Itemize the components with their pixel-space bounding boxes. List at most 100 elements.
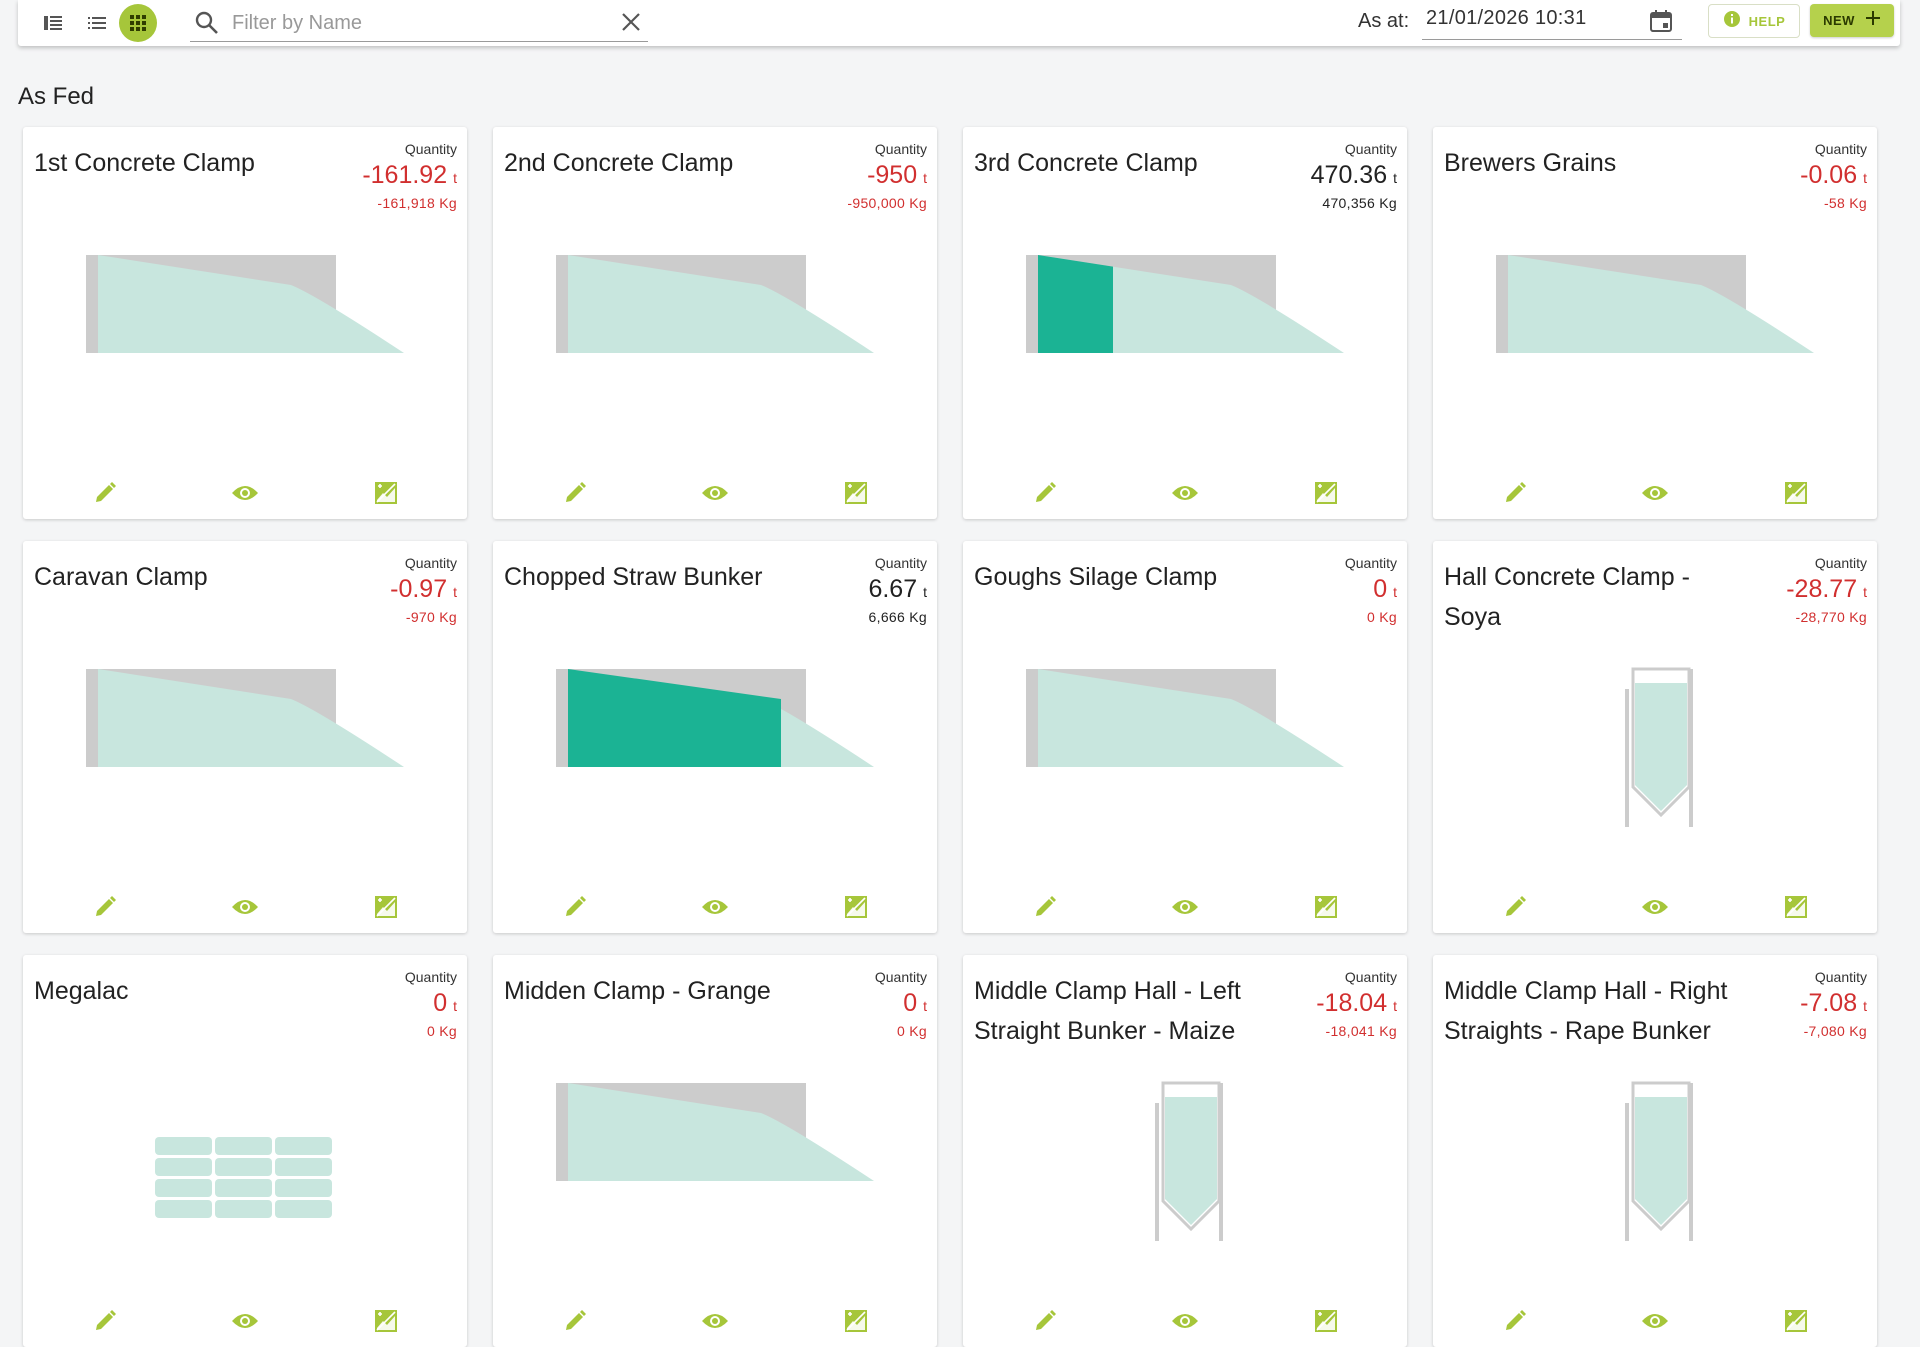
store-card[interactable]: Chopped Straw Bunker Quantity 6.67 t 6,666 K… xyxy=(493,541,937,933)
quantity-unit: t xyxy=(923,170,927,186)
grid-view-icon[interactable] xyxy=(119,4,157,42)
card-actions xyxy=(963,473,1407,513)
view-icon[interactable] xyxy=(225,887,265,927)
store-name: Hall Concrete Clamp - Soya xyxy=(1444,563,1690,631)
image-icon[interactable] xyxy=(1306,473,1346,513)
store-card[interactable]: Middle Clamp Hall - Left Straight Bunker… xyxy=(963,955,1407,1347)
clamp-fill-level xyxy=(1038,255,1113,353)
quantity-label: Quantity xyxy=(1344,969,1397,985)
image-icon[interactable] xyxy=(1306,887,1346,927)
quantity-value: -18.04 t xyxy=(1316,989,1397,1018)
quantity-tonnes: 0 xyxy=(1373,575,1388,603)
view-icon[interactable] xyxy=(695,1301,735,1341)
quantity-tonnes: 470.36 xyxy=(1310,161,1388,189)
image-icon[interactable] xyxy=(1306,1301,1346,1341)
quantity-unit: t xyxy=(1393,998,1397,1014)
store-name: 1st Concrete Clamp xyxy=(34,149,255,177)
image-icon[interactable] xyxy=(1776,887,1816,927)
edit-icon[interactable] xyxy=(1495,473,1535,513)
store-card[interactable]: Caravan Clamp Quantity -0.97 t -970 Kg xyxy=(23,541,467,933)
image-icon[interactable] xyxy=(1776,1301,1816,1341)
edit-icon[interactable] xyxy=(1025,473,1065,513)
quantity-tonnes: -28.77 xyxy=(1786,575,1858,603)
quantity-value: -161.92 t xyxy=(362,161,457,190)
card-actions xyxy=(23,473,467,513)
quantity-value: -0.97 t xyxy=(390,575,457,604)
edit-icon[interactable] xyxy=(555,1301,595,1341)
edit-icon[interactable] xyxy=(85,1301,125,1341)
help-label: HELP xyxy=(1748,13,1786,29)
store-card[interactable]: Middle Clamp Hall - Right Straights - Ra… xyxy=(1433,955,1877,1347)
quantity-tonnes: 0 xyxy=(433,989,448,1017)
image-icon[interactable] xyxy=(1776,473,1816,513)
quantity-tonnes: -161.92 xyxy=(362,161,448,189)
view-icon[interactable] xyxy=(1165,887,1205,927)
clear-search-icon[interactable] xyxy=(620,11,642,38)
store-name: Megalac xyxy=(34,977,129,1005)
edit-icon[interactable] xyxy=(1495,887,1535,927)
quantity-unit: t xyxy=(923,584,927,600)
card-actions xyxy=(493,1301,937,1341)
view-icon[interactable] xyxy=(1635,473,1675,513)
store-card[interactable]: Hall Concrete Clamp - Soya Quantity -28.77… xyxy=(1433,541,1877,933)
quantity-tonnes: -7.08 xyxy=(1800,989,1858,1017)
new-button[interactable]: NEW xyxy=(1810,4,1894,37)
calendar-icon[interactable] xyxy=(1648,8,1674,39)
card-actions xyxy=(493,887,937,927)
quantity-value: -7.08 t xyxy=(1800,989,1867,1018)
view-icon[interactable] xyxy=(1165,1301,1205,1341)
silo-visual xyxy=(1433,631,1877,861)
image-icon[interactable] xyxy=(836,1301,876,1341)
store-name: Middle Clamp Hall - Right Straights - Ra… xyxy=(1444,977,1728,1045)
search-field xyxy=(190,4,648,42)
view-icon[interactable] xyxy=(695,473,735,513)
edit-icon[interactable] xyxy=(85,473,125,513)
edit-icon[interactable] xyxy=(555,887,595,927)
quantity-unit: t xyxy=(1863,584,1867,600)
quantity-kg: 0 Kg xyxy=(897,1023,927,1039)
store-card[interactable]: Goughs Silage Clamp Quantity 0 t 0 Kg xyxy=(963,541,1407,933)
list-view-icon[interactable] xyxy=(78,4,116,42)
store-card[interactable]: Midden Clamp - Grange Quantity 0 t 0 Kg xyxy=(493,955,937,1347)
quantity-tonnes: -18.04 xyxy=(1316,989,1388,1017)
edit-icon[interactable] xyxy=(555,473,595,513)
clamp-visual xyxy=(493,631,937,861)
quantity-label: Quantity xyxy=(1814,555,1867,571)
card-actions xyxy=(963,1301,1407,1341)
silo-visual xyxy=(963,1045,1407,1275)
clamp-visual xyxy=(963,217,1407,447)
store-card[interactable]: Brewers Grains Quantity -0.06 t -58 Kg xyxy=(1433,127,1877,519)
edit-icon[interactable] xyxy=(1495,1301,1535,1341)
clamp-visual xyxy=(963,631,1407,861)
view-icon[interactable] xyxy=(225,1301,265,1341)
image-icon[interactable] xyxy=(366,473,406,513)
quantity-unit: t xyxy=(1863,170,1867,186)
image-icon[interactable] xyxy=(366,887,406,927)
image-icon[interactable] xyxy=(836,887,876,927)
edit-icon[interactable] xyxy=(85,887,125,927)
view-icon[interactable] xyxy=(1635,887,1675,927)
edit-icon[interactable] xyxy=(1025,887,1065,927)
bags-visual xyxy=(23,1045,467,1275)
view-icon[interactable] xyxy=(225,473,265,513)
as-at-date-value[interactable]: 21/01/2026 10:31 xyxy=(1426,7,1587,30)
view-icon[interactable] xyxy=(1635,1301,1675,1341)
quantity-label: Quantity xyxy=(1814,969,1867,985)
quantity-value: 470.36 t xyxy=(1311,161,1397,190)
as-at-date-field[interactable]: 21/01/2026 10:31 xyxy=(1422,3,1682,40)
quantity-kg: -950,000 Kg xyxy=(847,195,927,211)
search-input[interactable] xyxy=(230,8,584,38)
store-card[interactable]: 2nd Concrete Clamp Quantity -950 t -950,000 … xyxy=(493,127,937,519)
quantity-tonnes: -0.06 xyxy=(1800,161,1858,189)
image-icon[interactable] xyxy=(836,473,876,513)
store-card[interactable]: 1st Concrete Clamp Quantity -161.92 t -161,9… xyxy=(23,127,467,519)
help-button[interactable]: HELP xyxy=(1708,4,1800,38)
store-card[interactable]: 3rd Concrete Clamp Quantity 470.36 t 470,356… xyxy=(963,127,1407,519)
quantity-unit: t xyxy=(453,584,457,600)
view-icon[interactable] xyxy=(695,887,735,927)
view-icon[interactable] xyxy=(1165,473,1205,513)
store-card[interactable]: Megalac Quantity 0 t 0 Kg xyxy=(23,955,467,1347)
sidebar-list-icon[interactable] xyxy=(34,4,72,42)
edit-icon[interactable] xyxy=(1025,1301,1065,1341)
image-icon[interactable] xyxy=(366,1301,406,1341)
